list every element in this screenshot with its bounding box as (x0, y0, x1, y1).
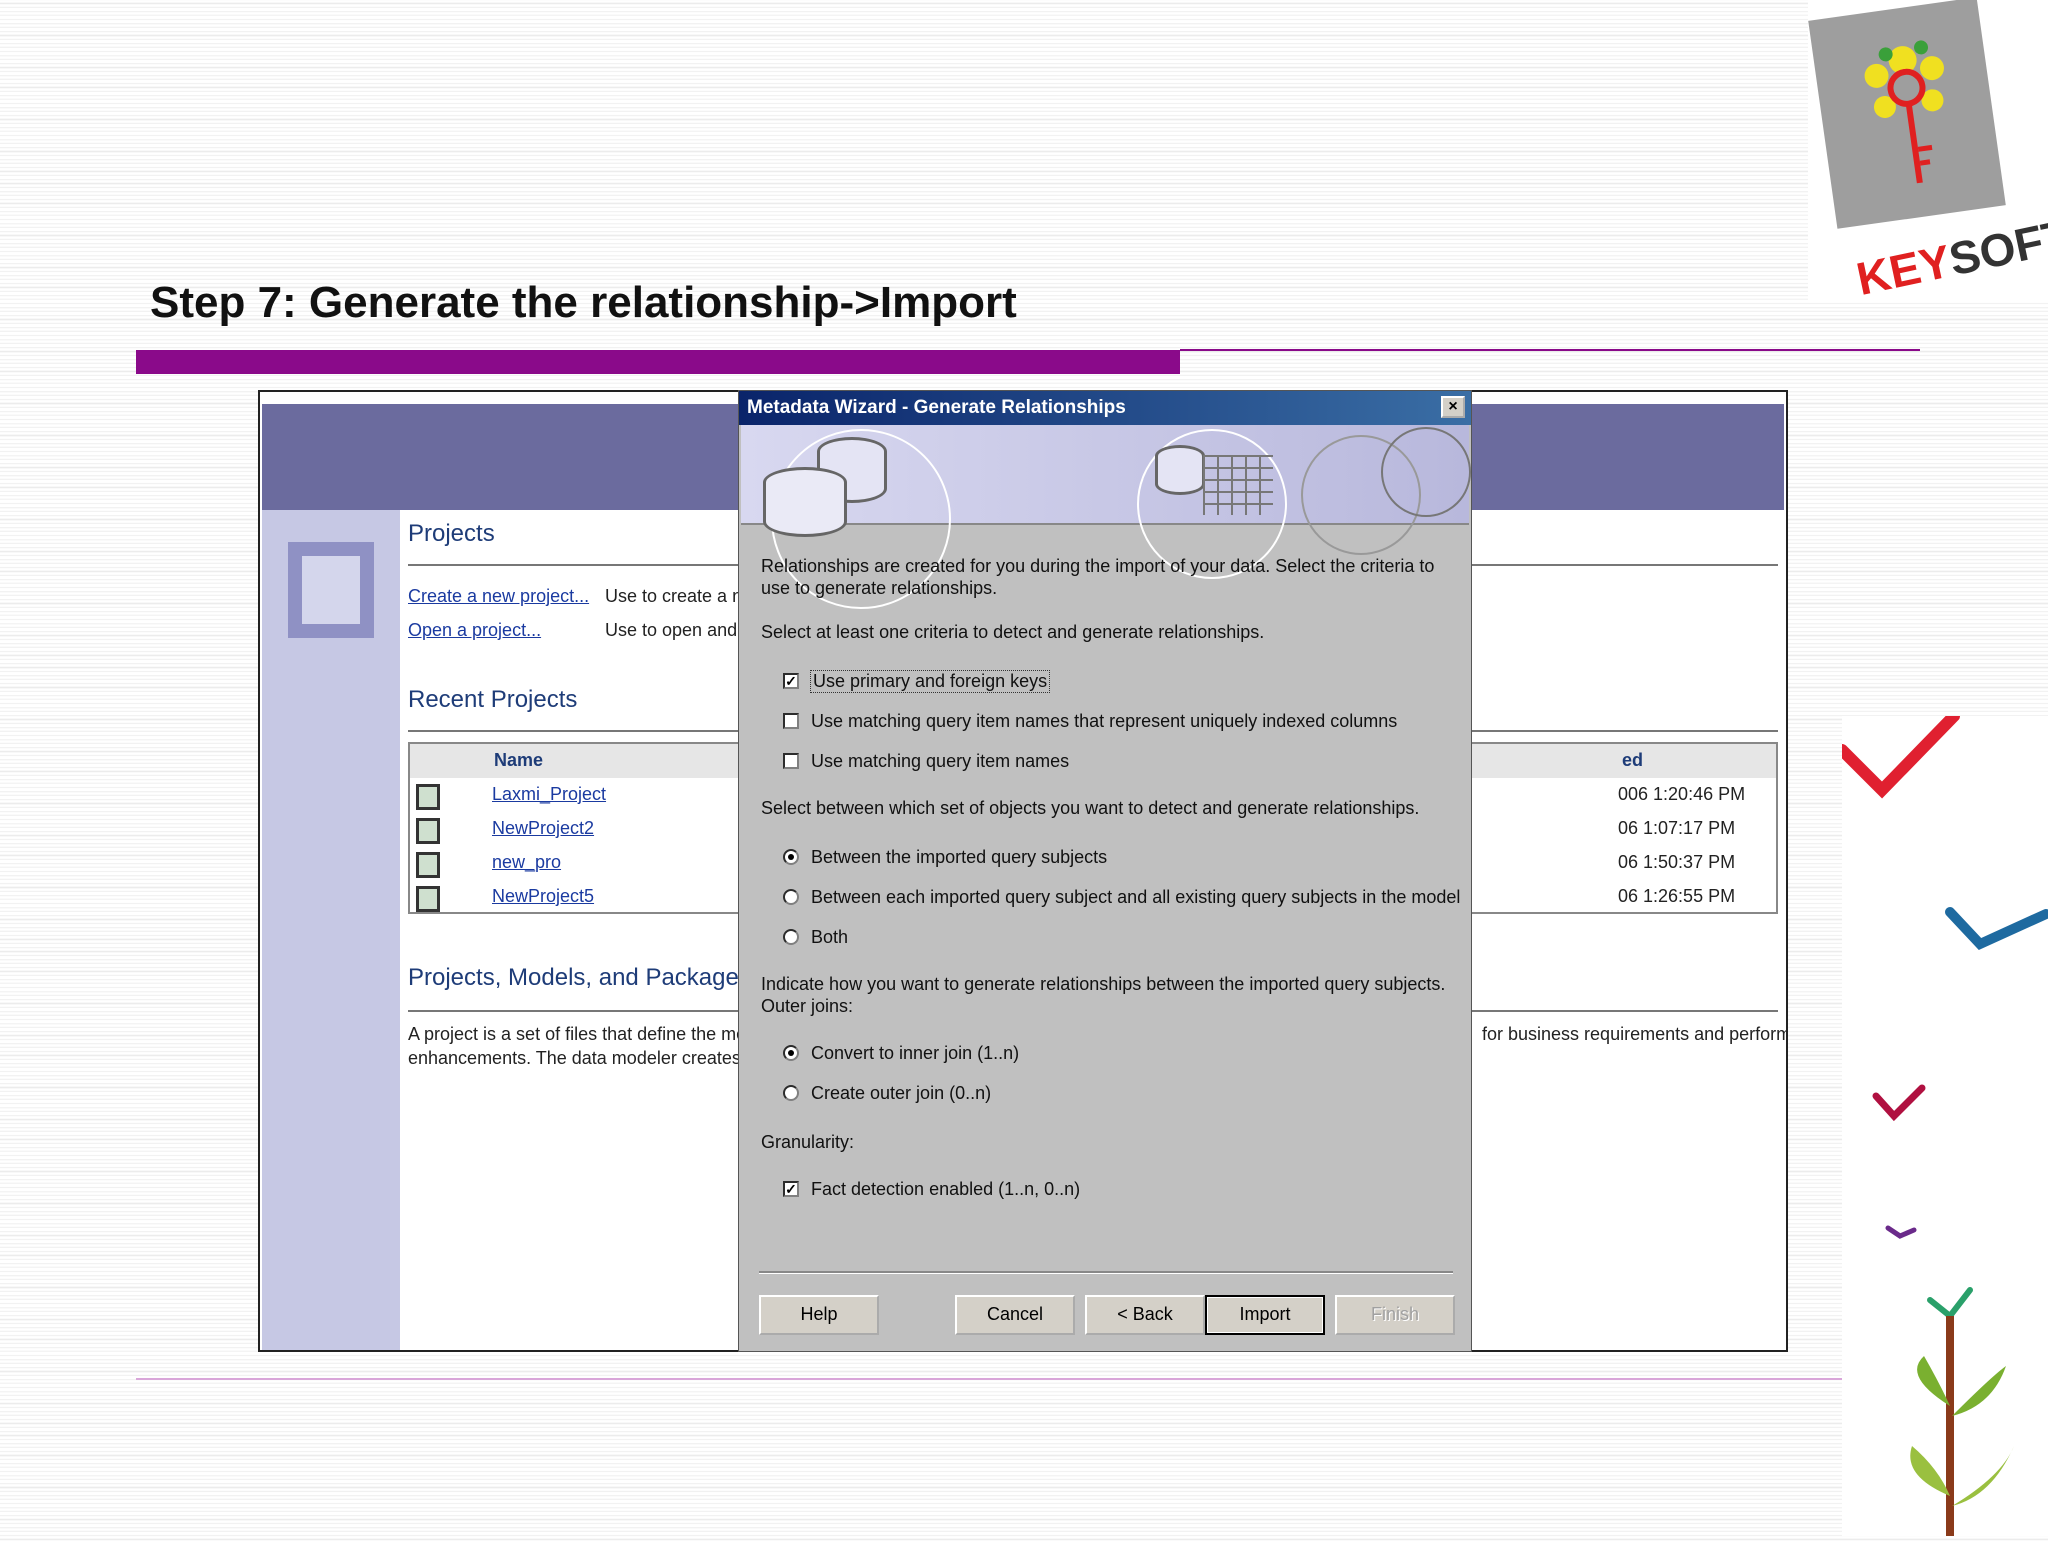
models-heading: Projects, Models, and Package (408, 964, 739, 991)
row-project-name[interactable]: Laxmi_Project (492, 784, 606, 805)
option-label: Fact detection enabled (1..n, 0..n) (811, 1178, 1081, 1199)
cancel-button[interactable]: Cancel (955, 1295, 1075, 1335)
outer-create-outer[interactable]: Create outer join (0..n) (783, 1081, 991, 1105)
row-modified: 06 1:07:17 PM (1618, 818, 1736, 838)
option-label: Between each imported query subject and … (811, 886, 1461, 907)
open-project-link[interactable]: Open a project... (408, 620, 541, 641)
option-label: Convert to inner join (1..n) (811, 1042, 1020, 1063)
logo-gray-square (1808, 0, 2006, 229)
radio-button[interactable] (783, 929, 799, 945)
database-icon (763, 467, 847, 537)
criteria-uniquely-indexed[interactable]: Use matching query item names that repre… (783, 709, 1397, 733)
radio-button[interactable] (783, 1045, 799, 1061)
generate-relationships-dialog: Metadata Wizard - Generate Relationships… (738, 390, 1472, 1352)
option-label: Use matching query item names (811, 750, 1070, 771)
checkbox[interactable]: ✓ (783, 673, 799, 689)
back-button[interactable]: < Back (1085, 1295, 1205, 1335)
models-desc-line1: A project is a set of files that define … (408, 1024, 747, 1044)
project-file-icon (416, 784, 440, 810)
row-modified: 06 1:26:55 PM (1618, 886, 1736, 906)
table-grid-icon (1203, 455, 1273, 515)
project-file-icon (416, 818, 440, 844)
clock-icon (1381, 427, 1471, 517)
row-modified: 006 1:20:46 PM (1618, 784, 1746, 804)
radio-button[interactable] (783, 889, 799, 905)
column-modified-header[interactable]: ed (1622, 750, 1643, 771)
objects-imported-only[interactable]: Between the imported query subjects (783, 845, 1107, 869)
slide-title: Step 7: Generate the relationship->Impor… (150, 278, 1017, 327)
close-icon[interactable]: × (1441, 396, 1465, 418)
models-desc-line2: enhancements. The data modeler creates p (408, 1048, 756, 1068)
create-project-desc: Use to create a n (605, 586, 743, 606)
radio-button[interactable] (783, 849, 799, 865)
objects-label: Select between which set of objects you … (761, 798, 1420, 818)
outer-joins-label-2: Outer joins: (761, 996, 854, 1016)
project-box-icon (288, 542, 374, 638)
option-label: Create outer join (0..n) (811, 1082, 992, 1103)
row-modified: 06 1:50:37 PM (1618, 852, 1736, 872)
outer-convert-inner[interactable]: Convert to inner join (1..n) (783, 1041, 1019, 1065)
objects-both[interactable]: Both (783, 925, 848, 949)
models-desc-right: for business requirements and perform (1482, 1024, 1788, 1044)
option-label: Between the imported query subjects (811, 846, 1108, 867)
dialog-separator (759, 1271, 1453, 1274)
option-label: Use matching query item names that repre… (811, 710, 1398, 731)
finish-button[interactable]: Finish (1335, 1295, 1455, 1335)
wizard-banner (741, 425, 1471, 609)
checkbox[interactable] (783, 713, 799, 729)
row-project-name[interactable]: NewProject5 (492, 886, 594, 907)
radio-button[interactable] (783, 1085, 799, 1101)
flower-key-icon (1864, 40, 1944, 184)
option-label: Use primary and foreign keys (809, 669, 1051, 693)
outer-joins-label: Indicate how you want to generate relati… (761, 974, 1446, 994)
create-project-link[interactable]: Create a new project... (408, 586, 589, 607)
granularity-label: Granularity: (761, 1132, 855, 1152)
row-project-name[interactable]: new_pro (492, 852, 561, 873)
title-underline-thin (1180, 349, 1920, 351)
projects-heading: Projects (408, 520, 495, 547)
checkbox[interactable] (783, 753, 799, 769)
database-icon (1155, 445, 1205, 495)
intro-text: Relationships are created for you during… (761, 556, 1435, 598)
criteria-matching-names[interactable]: Use matching query item names (783, 749, 1069, 773)
criteria-label: Select at least one criteria to detect a… (761, 622, 1265, 642)
title-underline-bar (136, 350, 1180, 374)
row-project-name[interactable]: NewProject2 (492, 818, 594, 839)
project-file-icon (416, 886, 440, 912)
checkbox[interactable]: ✓ (783, 1181, 799, 1197)
help-button[interactable]: Help (759, 1295, 879, 1335)
criteria-primary-foreign-keys[interactable]: ✓ Use primary and foreign keys (783, 669, 1051, 693)
recent-projects-heading: Recent Projects (408, 686, 578, 713)
objects-imported-and-existing[interactable]: Between each imported query subject and … (783, 885, 1460, 909)
column-name-header[interactable]: Name (494, 750, 543, 771)
decorative-checkmarks (1836, 710, 2048, 1536)
checkmark-plant-icon (1836, 710, 2048, 1536)
dialog-title-bar[interactable]: Metadata Wizard - Generate Relationships… (739, 391, 1471, 425)
granularity-fact-detection[interactable]: ✓ Fact detection enabled (1..n, 0..n) (783, 1177, 1080, 1201)
project-file-icon (416, 852, 440, 878)
option-label: Both (811, 926, 849, 947)
import-button[interactable]: Import (1205, 1295, 1325, 1335)
footer-rule (136, 1378, 1842, 1380)
dialog-title: Metadata Wizard - Generate Relationships (747, 397, 1126, 418)
open-project-desc: Use to open and (605, 620, 738, 640)
